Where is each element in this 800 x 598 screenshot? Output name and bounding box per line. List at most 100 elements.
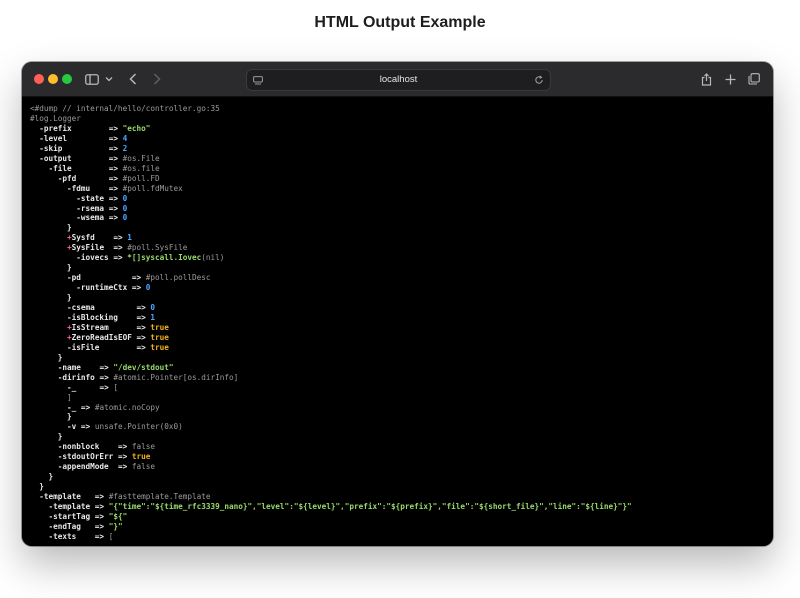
back-arrow-icon[interactable] bbox=[126, 62, 140, 96]
dump-token: => bbox=[108, 193, 123, 203]
dump-token: -template bbox=[30, 492, 95, 502]
sidebar-icon[interactable] bbox=[84, 62, 100, 96]
dump-token: => bbox=[113, 233, 128, 243]
dump-line: -v => unsafe.Pointer(0x0) bbox=[30, 422, 183, 432]
dump-output: <#dump // internal/hello/controller.go:3… bbox=[22, 97, 773, 546]
dump-line: -pd => #poll.pollDesc bbox=[30, 273, 211, 283]
dump-token: *[]syscall.Iovec bbox=[127, 253, 202, 263]
dump-token: } bbox=[30, 412, 72, 422]
dump-token: => bbox=[94, 502, 109, 511]
dump-token: => bbox=[94, 511, 109, 521]
dump-token: #fasttemplate.Template bbox=[108, 492, 211, 502]
dump-token: => bbox=[108, 183, 123, 193]
dump-token: => bbox=[108, 143, 123, 153]
dump-token: => bbox=[108, 153, 123, 163]
dump-token: -appendMode bbox=[30, 462, 118, 472]
dump-line: ] bbox=[30, 393, 72, 403]
dump-token: => bbox=[99, 382, 114, 392]
dump-line: -isBlocking => 1 bbox=[30, 313, 155, 323]
dump-token: "{"time":"${time_rfc3339_nano}","level":… bbox=[108, 502, 632, 511]
dump-token: "}" bbox=[108, 521, 123, 531]
dump-token: -template bbox=[30, 502, 95, 511]
minimize-icon[interactable] bbox=[48, 74, 58, 84]
dump-token: #poll.pollDesc bbox=[145, 273, 211, 283]
forward-arrow-icon[interactable] bbox=[150, 62, 164, 96]
dump-line: -appendMode => false bbox=[30, 462, 155, 472]
dump-token: => bbox=[136, 322, 151, 332]
dump-token: } bbox=[30, 482, 44, 492]
dump-token: #poll.fdMutex bbox=[122, 183, 183, 193]
dump-token: [ bbox=[113, 382, 118, 392]
dump-token: } bbox=[30, 432, 63, 442]
dump-token: => bbox=[108, 213, 123, 223]
dump-token: [ bbox=[108, 531, 114, 541]
dump-token: #poll.SysFile bbox=[127, 243, 188, 253]
dump-token: } bbox=[30, 352, 63, 362]
dump-token: #log.Logger bbox=[30, 113, 81, 123]
dump-token: -texts bbox=[30, 531, 95, 541]
dump-token: #os.File bbox=[122, 153, 160, 163]
dump-token: } bbox=[30, 223, 72, 233]
dump-token: => bbox=[108, 173, 123, 183]
dump-token bbox=[30, 323, 67, 332]
plus-icon[interactable] bbox=[723, 62, 737, 96]
dump-token bbox=[30, 243, 67, 252]
dump-token: => bbox=[99, 372, 114, 382]
address-bar[interactable]: localhost bbox=[246, 69, 551, 91]
dump-line: -skip => 2 bbox=[30, 144, 127, 154]
dump-token: => bbox=[94, 492, 109, 502]
share-icon[interactable] bbox=[699, 62, 713, 96]
dump-token: #atomic.Pointer[os.dirInfo] bbox=[113, 372, 239, 382]
dump-token: => bbox=[94, 521, 109, 531]
dump-token: => bbox=[113, 253, 128, 263]
chevron-down-icon[interactable] bbox=[104, 62, 114, 96]
dump-token: 0 bbox=[122, 203, 128, 213]
dump-line: -texts => [ bbox=[30, 531, 114, 542]
dump-token: => bbox=[136, 312, 151, 322]
dump-line: -level => 4 bbox=[30, 134, 127, 144]
dump-token: -level bbox=[30, 133, 109, 143]
dump-line: -nonblock => false bbox=[30, 442, 155, 452]
dump-token: true bbox=[131, 452, 151, 462]
zoom-icon[interactable] bbox=[62, 74, 72, 84]
dump-token: #poll.FD bbox=[122, 173, 160, 183]
dump-token: 0 bbox=[150, 303, 155, 312]
dump-token: => bbox=[117, 452, 132, 462]
dump-token: ZeroReadIsEOF bbox=[71, 332, 137, 342]
dump-token: 1 bbox=[127, 233, 132, 243]
reload-icon[interactable] bbox=[534, 70, 544, 90]
dump-line: -runtimeCtx => 0 bbox=[30, 283, 150, 293]
dump-token: -v bbox=[30, 422, 81, 432]
dump-token: => bbox=[136, 342, 151, 352]
dump-token bbox=[30, 233, 67, 242]
dump-line: } bbox=[30, 223, 72, 233]
dump-line: -csema => 0 bbox=[30, 303, 155, 313]
dump-token: => bbox=[108, 123, 123, 133]
tabs-overview-icon[interactable] bbox=[747, 62, 761, 96]
dump-line: -template => "{"time":"${time_rfc3339_na… bbox=[30, 502, 632, 512]
dump-token: -csema bbox=[30, 303, 137, 312]
dump-token: -iovecs bbox=[30, 253, 114, 263]
dump-token: -name bbox=[30, 362, 100, 372]
dump-token: -pfd bbox=[30, 173, 109, 183]
dump-token: => bbox=[108, 163, 123, 173]
dump-token: false bbox=[131, 442, 155, 452]
dump-line: } bbox=[30, 432, 63, 442]
dump-line: -name => "/dev/stdout" bbox=[30, 363, 174, 373]
dump-line: -startTag => "${" bbox=[30, 511, 128, 522]
dump-line: } bbox=[30, 412, 72, 422]
dump-token: -output bbox=[30, 153, 109, 163]
dump-token: (nil) bbox=[201, 253, 225, 263]
dump-line: -_ => [ bbox=[30, 383, 118, 393]
dump-token: 4 bbox=[122, 133, 128, 143]
dump-token: -endTag bbox=[30, 521, 95, 531]
browser-window: localhost <#dump // internal/hello/contr… bbox=[22, 62, 773, 546]
dump-token: <#dump // internal/hello/controller.go:3… bbox=[30, 104, 220, 113]
dump-token: -startTag bbox=[30, 511, 95, 521]
dump-line: #log.Logger bbox=[30, 114, 81, 124]
dump-token: => bbox=[80, 422, 95, 432]
dump-token: => bbox=[108, 133, 123, 143]
dump-token: => bbox=[131, 283, 146, 293]
close-icon[interactable] bbox=[34, 74, 44, 84]
dump-token: -nonblock bbox=[30, 442, 118, 452]
